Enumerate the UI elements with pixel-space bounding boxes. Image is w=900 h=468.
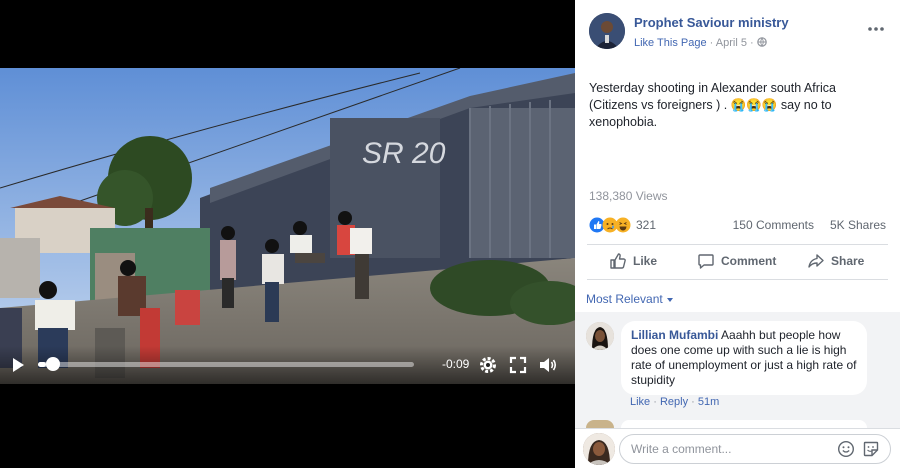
comment-separator: ·: [653, 396, 660, 408]
post-text: Yesterday shooting in Alexander south Af…: [589, 81, 836, 129]
progress-fill: [38, 362, 46, 367]
video-controls: -0:09: [0, 346, 575, 384]
next-comment-bubble: [621, 420, 867, 428]
comment-author-link[interactable]: Lillian Mufambi: [631, 328, 718, 342]
post-header: Prophet Saviour ministry Like This Page …: [575, 0, 900, 60]
comment-composer: [575, 428, 900, 468]
post-actions: Like Comment Share: [587, 245, 888, 277]
like-button-label: Like: [633, 254, 658, 268]
like-page-link[interactable]: Like This Page: [634, 37, 707, 49]
meta-separator: ·: [709, 37, 714, 49]
shares-count-link[interactable]: 5K Shares: [830, 218, 886, 232]
haha-reaction-icon: [615, 217, 631, 233]
thumbs-up-icon: [610, 253, 626, 269]
video-pane: SR 20 -0:09: [0, 0, 575, 468]
fullscreen-icon[interactable]: [508, 355, 528, 375]
comment-like-link[interactable]: Like: [630, 396, 650, 408]
meta-separator: ·: [750, 37, 754, 49]
commenter-avatar[interactable]: [586, 322, 614, 350]
comment-button-label: Comment: [721, 254, 777, 268]
comment-sort-dropdown[interactable]: Most Relevant: [586, 292, 673, 306]
sad-reaction-icon: [602, 217, 618, 233]
comment-bubble-icon: [698, 254, 714, 269]
comment-reply-link[interactable]: Reply: [660, 396, 688, 408]
comment-separator: ·: [691, 396, 698, 408]
video-frame[interactable]: SR 20: [0, 68, 575, 384]
comments-count-link[interactable]: 150 Comments: [733, 218, 814, 232]
reactions-summary: 321 150 Comments 5K Shares: [589, 216, 886, 234]
commenter-avatar-image: [586, 322, 614, 350]
comment-sort-label: Most Relevant: [586, 292, 663, 306]
post-date[interactable]: April 5: [716, 37, 747, 49]
scrub-handle[interactable]: [45, 357, 60, 371]
comment-actions: Like · Reply · 51m: [630, 396, 719, 408]
current-user-avatar: [583, 433, 615, 465]
like-button[interactable]: Like: [609, 250, 657, 272]
share-arrow-icon: [808, 254, 824, 268]
sticker-icon[interactable]: [862, 440, 880, 458]
caret-down-icon: [666, 297, 673, 302]
share-button-label: Share: [831, 254, 865, 268]
page-name-link[interactable]: Prophet Saviour ministry: [634, 15, 789, 30]
avatar-image: [589, 13, 625, 49]
share-button[interactable]: Share: [807, 250, 864, 272]
comments-list: Lillian Mufambi Aaahh but people how doe…: [575, 312, 900, 428]
page-avatar[interactable]: [589, 13, 625, 49]
current-user-avatar-image: [583, 433, 615, 465]
reaction-icons[interactable]: [589, 216, 635, 234]
graffiti-text: SR 20: [362, 137, 446, 170]
video-still: SR 20: [0, 68, 575, 384]
progress-bar[interactable]: [38, 362, 414, 367]
like-reaction-icon: [589, 217, 605, 233]
reaction-count[interactable]: 321: [636, 218, 656, 232]
post-panel: Prophet Saviour ministry Like This Page …: [575, 0, 900, 468]
emoji-icon[interactable]: [837, 440, 855, 458]
divider: [587, 279, 888, 280]
globe-icon: [756, 37, 767, 47]
settings-gear-icon[interactable]: [478, 355, 498, 375]
comment-timestamp[interactable]: 51m: [698, 396, 719, 408]
comment-button[interactable]: Comment: [697, 250, 776, 272]
next-commenter-avatar[interactable]: [586, 420, 614, 428]
view-count: 138,380 Views: [589, 189, 668, 203]
comment-bubble: Lillian Mufambi Aaahh but people how doe…: [621, 321, 867, 395]
play-icon[interactable]: [10, 357, 26, 373]
post-meta: Like This Page · April 5 ·: [634, 37, 767, 49]
volume-icon[interactable]: [538, 355, 558, 375]
ellipsis-icon[interactable]: [868, 21, 884, 37]
time-remaining: -0:09: [442, 357, 470, 371]
